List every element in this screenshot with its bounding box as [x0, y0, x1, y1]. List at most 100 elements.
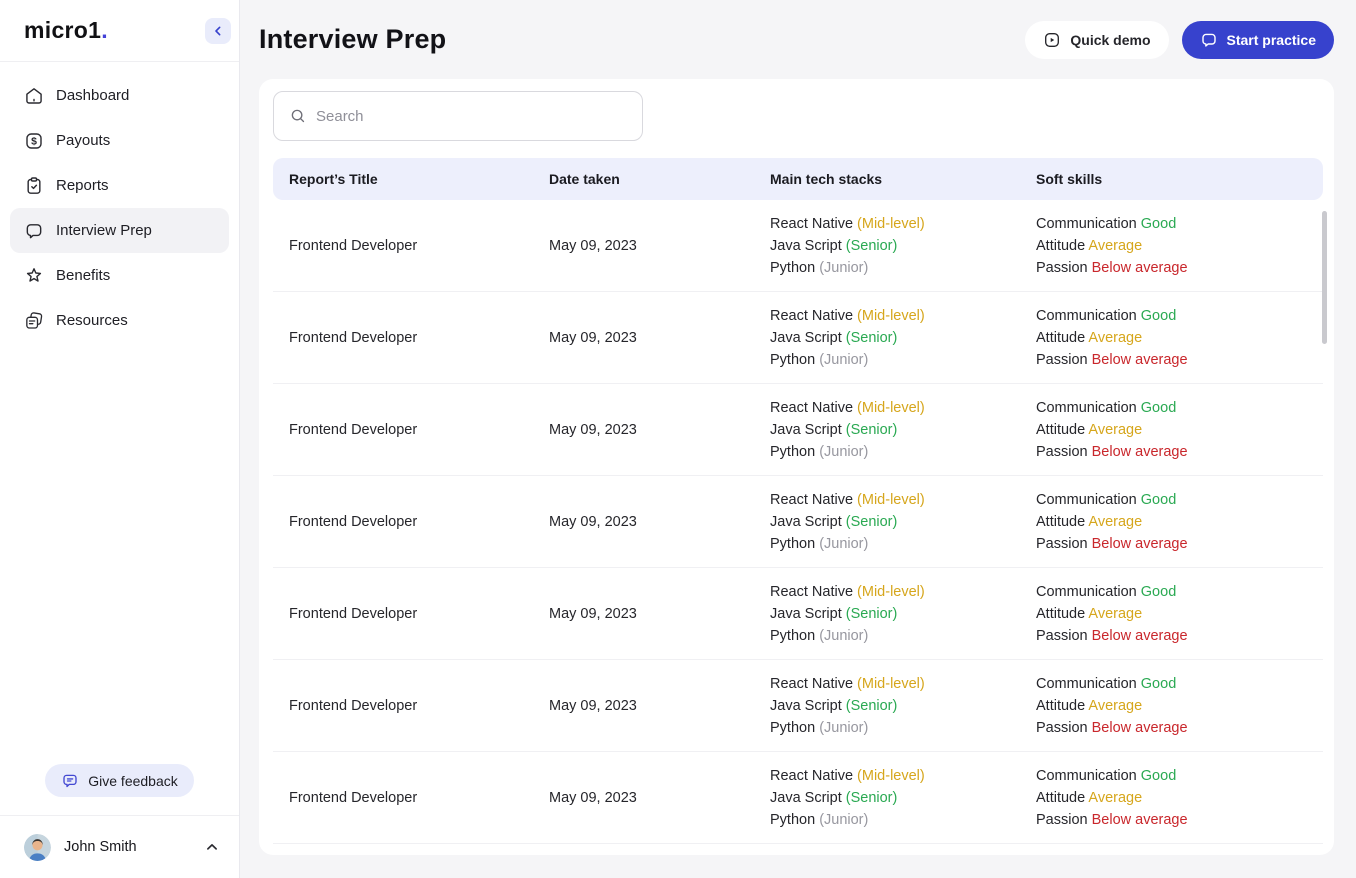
- sidebar: micro1. Dashboard $PayoutsReports Intervie…: [0, 0, 240, 878]
- table-scrollbar-thumb[interactable]: [1322, 211, 1327, 344]
- tech-stack-name: Java Script: [770, 514, 842, 530]
- table-row[interactable]: Frontend DeveloperMay 09, 2023React Nati…: [273, 660, 1323, 752]
- tech-stack-line: Java Script (Senior): [770, 787, 1036, 809]
- soft-skill-rating: Good: [1141, 584, 1176, 600]
- sidebar-nav: Dashboard $PayoutsReports Interview Prep Be…: [0, 62, 239, 764]
- soft-skill-name: Attitude: [1036, 330, 1085, 346]
- sidebar-collapse-button[interactable]: [205, 18, 231, 44]
- soft-skill-rating: Below average: [1092, 812, 1188, 828]
- tech-stacks-cell: React Native (Mid-level)Java Script (Sen…: [770, 673, 1036, 739]
- reports-card: Report’s TitleDate takenMain tech stacks…: [259, 79, 1334, 855]
- table-row[interactable]: Frontend DeveloperMay 09, 2023React Nati…: [273, 476, 1323, 568]
- soft-skill-rating: Below average: [1092, 260, 1188, 276]
- soft-skill-name: Communication: [1036, 216, 1137, 232]
- table-row[interactable]: Frontend DeveloperMay 09, 2023React Nati…: [273, 752, 1323, 844]
- tech-stack-line: Java Script (Senior): [770, 511, 1036, 533]
- soft-skill-name: Passion: [1036, 260, 1088, 276]
- report-title-cell: Frontend Developer: [273, 330, 549, 346]
- search-box: [273, 91, 643, 141]
- soft-skill-name: Attitude: [1036, 238, 1085, 254]
- user-menu[interactable]: John Smith: [0, 815, 239, 878]
- sidebar-item-reports[interactable]: Reports: [10, 163, 229, 208]
- soft-skill-name: Communication: [1036, 492, 1137, 508]
- column-header: Soft skills: [1036, 171, 1323, 187]
- tech-stack-line: React Native (Mid-level): [770, 581, 1036, 603]
- tech-stack-line: Python (Junior): [770, 257, 1036, 279]
- give-feedback-button[interactable]: Give feedback: [45, 764, 194, 797]
- soft-skill-line: Attitude Average: [1036, 327, 1323, 349]
- tech-stack-level: (Mid-level): [857, 400, 925, 416]
- tech-stack-name: Python: [770, 260, 815, 276]
- sidebar-item-resources[interactable]: Resources: [10, 298, 229, 343]
- tech-stack-level: (Senior): [846, 606, 898, 622]
- soft-skill-line: Passion Below average: [1036, 349, 1323, 371]
- chevron-left-icon: [210, 23, 226, 39]
- sidebar-item-label: Benefits: [56, 267, 110, 284]
- chat-bubble-icon: [1200, 31, 1218, 49]
- start-practice-button[interactable]: Start practice: [1182, 21, 1334, 59]
- table-row[interactable]: Frontend DeveloperMay 09, 2023React Nati…: [273, 568, 1323, 660]
- soft-skill-rating: Good: [1141, 308, 1176, 324]
- soft-skill-line: Communication Good: [1036, 765, 1323, 787]
- soft-skills-cell: Communication GoodAttitude AveragePassio…: [1036, 581, 1323, 647]
- tech-stack-name: React Native: [770, 676, 853, 692]
- header-actions: Quick demo Start practice: [1025, 21, 1334, 59]
- sidebar-item-label: Interview Prep: [56, 222, 152, 239]
- tech-stack-line: Java Script (Senior): [770, 419, 1036, 441]
- tech-stack-line: Java Script (Senior): [770, 235, 1036, 257]
- soft-skill-line: Passion Below average: [1036, 533, 1323, 555]
- soft-skill-name: Passion: [1036, 812, 1088, 828]
- soft-skills-cell: Communication GoodAttitude AveragePassio…: [1036, 213, 1323, 279]
- soft-skill-rating: Below average: [1092, 720, 1188, 736]
- soft-skills-cell: Communication GoodAttitude AveragePassio…: [1036, 765, 1323, 831]
- star-icon: [24, 266, 44, 286]
- quick-demo-button[interactable]: Quick demo: [1025, 21, 1168, 59]
- sidebar-item-interview-prep[interactable]: Interview Prep: [10, 208, 229, 253]
- tech-stacks-cell: React Native (Mid-level)Java Script (Sen…: [770, 397, 1036, 463]
- table-row[interactable]: Frontend DeveloperMay 09, 2023React Nati…: [273, 384, 1323, 476]
- tech-stack-level: (Mid-level): [857, 768, 925, 784]
- sidebar-item-benefits[interactable]: Benefits: [10, 253, 229, 298]
- soft-skill-name: Communication: [1036, 676, 1137, 692]
- tech-stack-name: Java Script: [770, 422, 842, 438]
- chevron-up-icon: [203, 838, 221, 856]
- soft-skill-line: Attitude Average: [1036, 419, 1323, 441]
- column-header: Date taken: [549, 171, 770, 187]
- search-input[interactable]: [316, 108, 627, 125]
- page-header: Interview Prep Quick demo Start practice: [259, 0, 1334, 79]
- sidebar-item-label: Dashboard: [56, 87, 129, 104]
- soft-skill-line: Communication Good: [1036, 397, 1323, 419]
- soft-skill-rating: Below average: [1092, 444, 1188, 460]
- table-row[interactable]: Frontend DeveloperMay 09, 2023React Nati…: [273, 200, 1323, 292]
- report-title-cell: Frontend Developer: [273, 606, 549, 622]
- tech-stacks-cell: React Native (Mid-level)Java Script (Sen…: [770, 765, 1036, 831]
- soft-skill-rating: Average: [1088, 330, 1142, 346]
- tech-stack-name: React Native: [770, 216, 853, 232]
- table-row[interactable]: Frontend DeveloperMay 09, 2023React Nati…: [273, 292, 1323, 384]
- tech-stacks-cell: React Native (Mid-level)Java Script (Sen…: [770, 213, 1036, 279]
- soft-skill-line: Passion Below average: [1036, 717, 1323, 739]
- soft-skill-line: Passion Below average: [1036, 625, 1323, 647]
- soft-skill-name: Attitude: [1036, 698, 1085, 714]
- tech-stack-level: (Junior): [819, 352, 868, 368]
- tech-stack-level: (Junior): [819, 812, 868, 828]
- tech-stack-name: React Native: [770, 584, 853, 600]
- tech-stack-line: Python (Junior): [770, 625, 1036, 647]
- soft-skill-line: Communication Good: [1036, 673, 1323, 695]
- tech-stack-level: (Mid-level): [857, 676, 925, 692]
- soft-skill-name: Communication: [1036, 400, 1137, 416]
- tech-stack-name: React Native: [770, 308, 853, 324]
- tech-stack-name: Python: [770, 444, 815, 460]
- date-taken-cell: May 09, 2023: [549, 330, 770, 346]
- soft-skill-name: Communication: [1036, 308, 1137, 324]
- report-title-cell: Frontend Developer: [273, 422, 549, 438]
- sidebar-footer: Give feedback John Smith: [0, 764, 239, 878]
- soft-skill-line: Passion Below average: [1036, 257, 1323, 279]
- tech-stack-level: (Mid-level): [857, 492, 925, 508]
- soft-skill-name: Attitude: [1036, 790, 1085, 806]
- sidebar-item-payouts[interactable]: $Payouts: [10, 118, 229, 163]
- page-title: Interview Prep: [259, 24, 446, 55]
- date-taken-cell: May 09, 2023: [549, 790, 770, 806]
- sidebar-item-dashboard[interactable]: Dashboard: [10, 73, 229, 118]
- brand-logo[interactable]: micro1.: [24, 17, 108, 44]
